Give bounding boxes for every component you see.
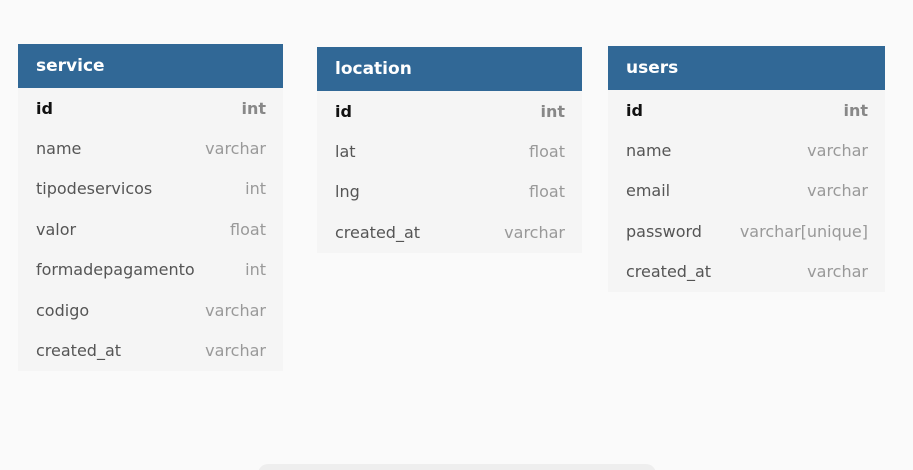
field-row[interactable]: name varchar (18, 128, 283, 168)
field-type: int (245, 179, 266, 199)
field-type: varchar (205, 139, 266, 159)
field-name: id (626, 100, 643, 120)
field-name: valor (36, 219, 77, 239)
field-name: created_at (36, 341, 122, 361)
field-name: id (335, 101, 352, 121)
field-row[interactable]: email varchar (608, 171, 885, 211)
field-row[interactable]: created_at varchar (18, 330, 283, 370)
field-type: float (230, 219, 266, 239)
field-row[interactable]: created_at varchar (317, 212, 582, 252)
field-row[interactable]: codigo varchar (18, 290, 283, 330)
field-row[interactable]: lat float (317, 131, 582, 171)
field-row[interactable]: name varchar (608, 130, 885, 170)
field-name: email (626, 181, 671, 201)
field-type: int (241, 98, 266, 118)
field-name: formadepagamento (36, 260, 195, 280)
field-type: int (843, 100, 868, 120)
bottom-toolbar[interactable] (258, 464, 656, 470)
field-type: varchar (807, 141, 868, 161)
field-row[interactable]: id int (608, 90, 885, 130)
field-row[interactable]: id int (18, 88, 283, 128)
field-type: int (245, 260, 266, 280)
field-name: codigo (36, 300, 90, 320)
table-header[interactable]: location (317, 47, 582, 91)
field-row[interactable]: tipodeservicos int (18, 169, 283, 209)
field-row[interactable]: id int (317, 91, 582, 131)
field-type: float (529, 142, 565, 162)
field-name: name (626, 141, 672, 161)
field-type: varchar (504, 222, 565, 242)
field-name: lat (335, 142, 356, 162)
table-service[interactable]: service id int name varchar tipodeservic… (18, 44, 283, 371)
field-type: varchar (205, 341, 266, 361)
table-header[interactable]: service (18, 44, 283, 88)
field-name: created_at (626, 262, 712, 282)
field-type: int (540, 101, 565, 121)
field-row[interactable]: lng float (317, 172, 582, 212)
table-users[interactable]: users id int name varchar email varchar … (608, 46, 885, 292)
table-header[interactable]: users (608, 46, 885, 90)
field-name: tipodeservicos (36, 179, 153, 199)
field-name: created_at (335, 222, 421, 242)
field-type: float (529, 182, 565, 202)
table-location[interactable]: location id int lat float lng float crea… (317, 47, 582, 253)
field-row[interactable]: password varchar[unique] (608, 211, 885, 251)
field-name: lng (335, 182, 360, 202)
field-row[interactable]: formadepagamento int (18, 250, 283, 290)
field-name: name (36, 139, 82, 159)
field-name: password (626, 221, 702, 241)
field-type: varchar (807, 262, 868, 282)
field-type: varchar[unique] (739, 221, 868, 241)
diagram-canvas: service id int name varchar tipodeservic… (0, 0, 913, 470)
field-row[interactable]: valor float (18, 209, 283, 249)
field-row[interactable]: created_at varchar (608, 252, 885, 292)
field-type: varchar (807, 181, 868, 201)
field-type: varchar (205, 300, 266, 320)
field-name: id (36, 98, 53, 118)
